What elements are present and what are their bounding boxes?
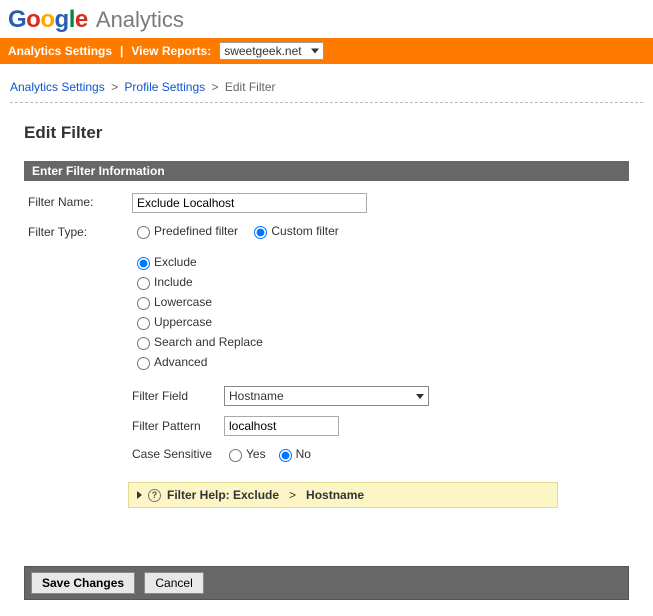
help-icon: ? [148, 489, 161, 502]
filter-pattern-input[interactable] [224, 416, 339, 436]
opt-advanced[interactable]: Advanced [132, 354, 621, 370]
footer-action-bar: Save Changes Cancel [24, 566, 629, 600]
case-no-radio[interactable] [279, 449, 292, 462]
nav-divider: | [120, 44, 123, 58]
filter-field-dropdown[interactable]: Hostname [224, 386, 429, 406]
opt-lowercase[interactable]: Lowercase [132, 294, 621, 310]
help-arrow: > [289, 488, 296, 502]
uppercase-radio[interactable] [137, 317, 150, 330]
save-button[interactable]: Save Changes [31, 572, 135, 594]
triangle-right-icon [137, 491, 142, 499]
exclude-radio[interactable] [137, 257, 150, 270]
cancel-button[interactable]: Cancel [144, 572, 203, 594]
page-title: Edit Filter [24, 123, 629, 143]
case-no[interactable]: No [274, 446, 311, 462]
view-reports-label: View Reports: [131, 44, 211, 58]
filter-name-label: Filter Name: [24, 193, 132, 209]
help-text-suffix: Hostname [306, 488, 364, 502]
custom-radio[interactable] [254, 226, 267, 239]
custom-filter-options: Exclude Include Lowercase Uppercase [132, 254, 629, 370]
analytics-wordmark: Analytics [96, 7, 184, 32]
filter-type-predefined[interactable]: Predefined filter [132, 223, 238, 239]
opt-uppercase[interactable]: Uppercase [132, 314, 621, 330]
case-yes[interactable]: Yes [224, 446, 266, 462]
site-dropdown[interactable]: sweetgeek.net [219, 42, 324, 60]
google-logo: Google [8, 6, 94, 33]
section-header: Enter Filter Information [24, 161, 629, 181]
breadcrumb-profile-settings[interactable]: Profile Settings [124, 80, 205, 94]
logo: Google Analytics [0, 0, 653, 38]
chevron-down-icon [311, 49, 319, 54]
filter-help-bar[interactable]: ? Filter Help: Exclude > Hostname [128, 482, 558, 508]
case-yes-radio[interactable] [229, 449, 242, 462]
chevron-down-icon [416, 394, 424, 399]
filter-type-custom[interactable]: Custom filter [249, 223, 338, 239]
filter-pattern-label: Filter Pattern [132, 419, 224, 433]
help-text-prefix: Filter Help: Exclude [167, 488, 279, 502]
filter-name-input[interactable] [132, 193, 367, 213]
breadcrumb: Analytics Settings > Profile Settings > … [0, 64, 653, 100]
filter-field-value: Hostname [229, 389, 284, 403]
filter-form: Filter Name: Filter Type: Predefined fil… [24, 181, 629, 526]
opt-include[interactable]: Include [132, 274, 621, 290]
site-dropdown-value: sweetgeek.net [224, 44, 301, 58]
breadcrumb-current: Edit Filter [225, 80, 276, 94]
lowercase-radio[interactable] [137, 297, 150, 310]
advanced-radio[interactable] [137, 357, 150, 370]
opt-exclude[interactable]: Exclude [132, 254, 621, 270]
case-sensitive-label: Case Sensitive [132, 447, 224, 461]
top-nav-bar: Analytics Settings | View Reports: sweet… [0, 38, 653, 64]
analytics-settings-link[interactable]: Analytics Settings [8, 44, 112, 58]
predefined-radio[interactable] [137, 226, 150, 239]
include-radio[interactable] [137, 277, 150, 290]
filter-type-label: Filter Type: [24, 223, 132, 239]
opt-search-replace[interactable]: Search and Replace [132, 334, 621, 350]
breadcrumb-analytics-settings[interactable]: Analytics Settings [10, 80, 105, 94]
search-replace-radio[interactable] [137, 337, 150, 350]
filter-field-label: Filter Field [132, 389, 224, 403]
